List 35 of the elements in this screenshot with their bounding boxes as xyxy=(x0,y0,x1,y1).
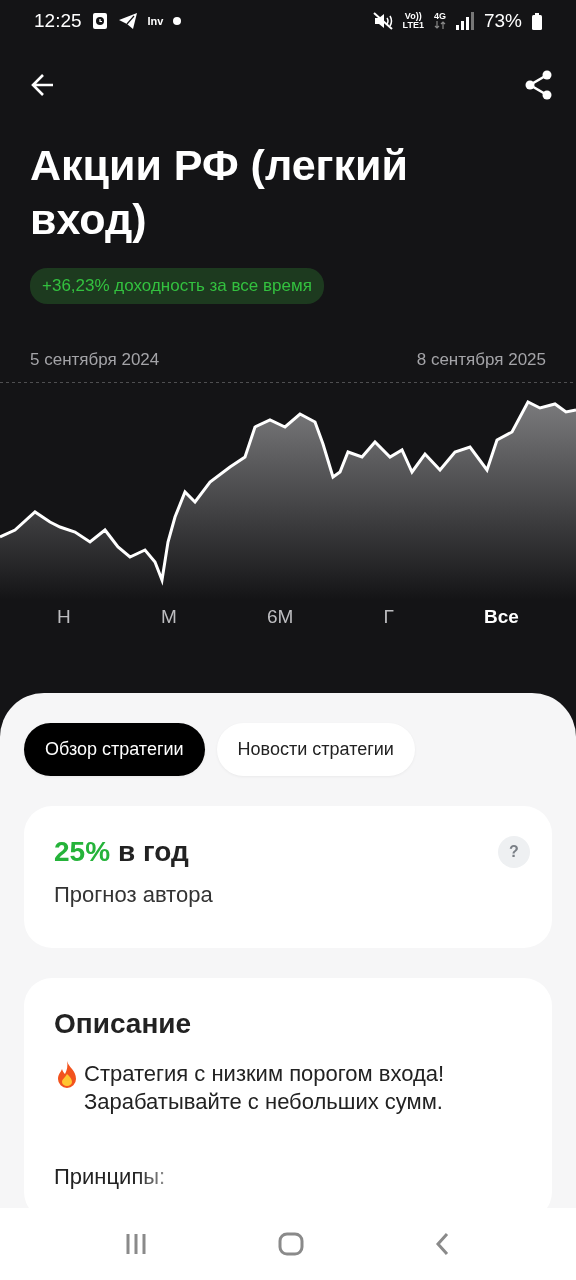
share-icon xyxy=(524,70,554,100)
battery-percent: 73% xyxy=(483,10,522,32)
strategy-tab[interactable]: Новости стратегии xyxy=(216,723,415,776)
app-label: Inv xyxy=(147,15,164,27)
home-icon xyxy=(278,1232,304,1256)
battery-icon xyxy=(532,12,542,30)
lte-label: LTE1 xyxy=(402,21,424,30)
period-tab[interactable]: Н xyxy=(45,600,83,634)
volte-label: Vo)) xyxy=(404,12,422,21)
data-arrows-icon xyxy=(433,21,446,30)
status-time: 12:25 xyxy=(34,10,82,32)
description-heading: Описание xyxy=(54,1008,193,1040)
period-tab[interactable]: 6М xyxy=(255,600,306,634)
principles-heading: Принципы: xyxy=(54,1164,167,1190)
forecast-caption: Прогноз автора xyxy=(54,882,213,908)
return-badge: +36,23% доходность за все время xyxy=(30,268,324,304)
page-title: Акции РФ (легкий вход) xyxy=(30,140,409,245)
start-date: 5 сентября 2024 xyxy=(30,350,160,370)
description-text: Стратегия с низким порогом входа! Зарабатывайте с небольших сумм. xyxy=(84,1060,446,1116)
paper-plane-icon xyxy=(117,12,138,30)
forecast-unit: в год xyxy=(118,836,189,868)
end-date: 8 сентября 2025 xyxy=(416,350,546,370)
notification-dot-icon xyxy=(173,17,182,25)
back-chevron-icon xyxy=(434,1232,451,1256)
forecast-value: 25% xyxy=(54,836,111,868)
help-button[interactable]: ? xyxy=(498,836,530,868)
period-tab[interactable]: Г xyxy=(371,600,406,634)
muted-speaker-icon xyxy=(372,11,393,31)
network-label: 4G xyxy=(433,12,446,21)
recent-apps-icon xyxy=(125,1232,148,1256)
period-tab[interactable]: М xyxy=(149,600,189,634)
clock-app-icon xyxy=(91,12,108,30)
period-tab[interactable]: Все xyxy=(472,600,531,634)
strategy-tab[interactable]: Обзор стратегии xyxy=(24,723,205,776)
signal-icon xyxy=(455,12,474,30)
